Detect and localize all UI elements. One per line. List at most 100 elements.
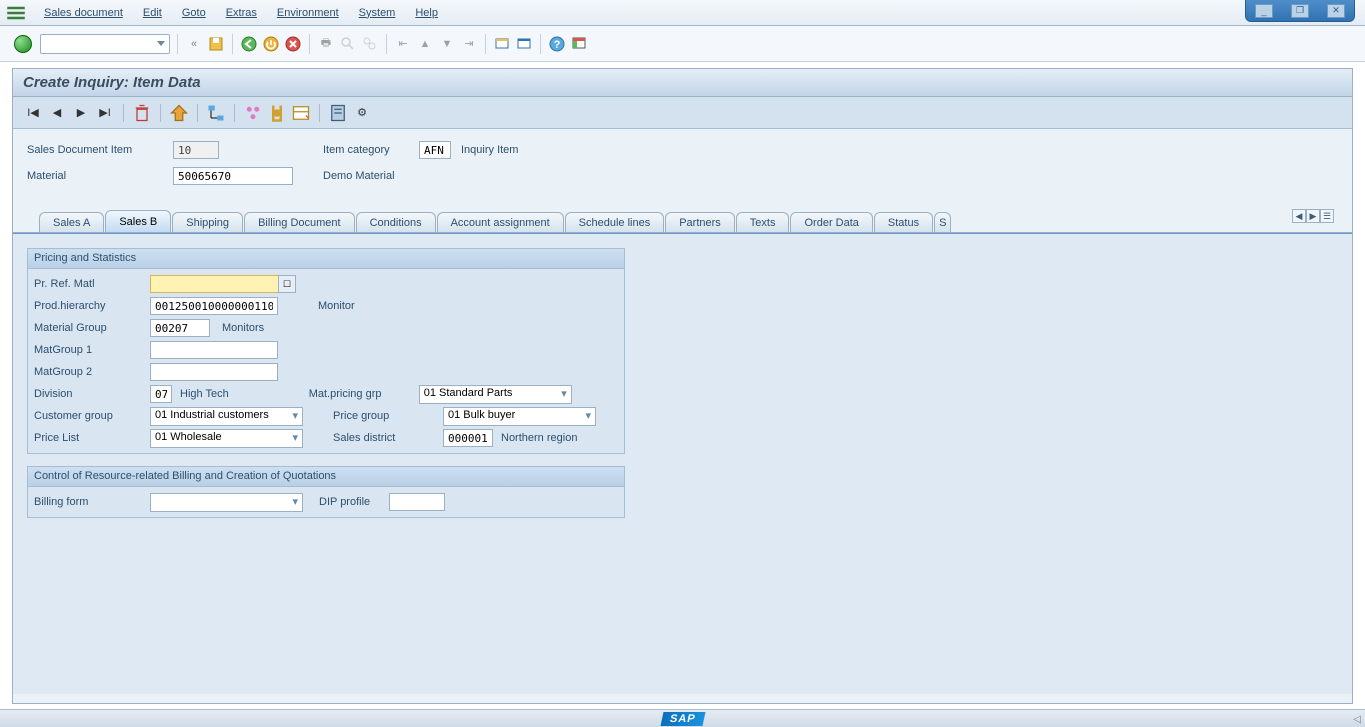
material-text: Demo Material bbox=[323, 170, 395, 182]
work-area: Create Inquiry: Item Data I◀ ◀ ▶ ▶I ⚙ Sa… bbox=[12, 68, 1353, 704]
status-detail-toggle-icon[interactable]: ◁ bbox=[1353, 714, 1361, 725]
menu-edit[interactable]: Edit bbox=[133, 3, 172, 23]
tab-billing-document[interactable]: Billing Document bbox=[244, 212, 355, 232]
menu-environment[interactable]: Environment bbox=[267, 3, 349, 23]
tab-schedule-lines[interactable]: Schedule lines bbox=[565, 212, 665, 232]
prev-item-icon[interactable]: ◀ bbox=[47, 103, 67, 123]
material-field[interactable] bbox=[173, 167, 293, 185]
tab-sales-b[interactable]: Sales B bbox=[105, 210, 171, 232]
tab-conditions[interactable]: Conditions bbox=[356, 212, 436, 232]
tab-scroll-left-icon[interactable]: ◀ bbox=[1292, 209, 1306, 223]
pr-ref-matl-field[interactable] bbox=[150, 275, 279, 293]
sum-icon[interactable] bbox=[328, 103, 348, 123]
pr-ref-matl-label: Pr. Ref. Matl bbox=[34, 278, 150, 290]
material-label: Material bbox=[27, 170, 173, 182]
services-icon[interactable]: ⚙ bbox=[352, 103, 372, 123]
cancel-icon[interactable] bbox=[283, 34, 303, 54]
tab-status[interactable]: Status bbox=[874, 212, 933, 232]
matgroup2-label: MatGroup 2 bbox=[34, 366, 150, 378]
material-group-text: Monitors bbox=[222, 322, 264, 334]
sales-doc-item-label: Sales Document Item bbox=[27, 144, 173, 156]
material-group-label: Material Group bbox=[34, 322, 150, 334]
search-help-icon[interactable]: ☐ bbox=[278, 275, 296, 293]
back-icon[interactable] bbox=[239, 34, 259, 54]
config-icon-1[interactable] bbox=[243, 103, 263, 123]
menu-goto[interactable]: Goto bbox=[172, 3, 216, 23]
customer-group-dropdown[interactable]: 01 Industrial customers bbox=[150, 407, 303, 426]
matgroup1-field[interactable] bbox=[150, 341, 278, 359]
delete-item-icon[interactable] bbox=[132, 103, 152, 123]
enter-button[interactable] bbox=[14, 35, 32, 53]
screen-title: Create Inquiry: Item Data bbox=[23, 74, 201, 91]
shortcut-icon[interactable] bbox=[514, 34, 534, 54]
history-back-icon[interactable]: « bbox=[184, 34, 204, 54]
tab-partners[interactable]: Partners bbox=[665, 212, 735, 232]
tab-account-assignment[interactable]: Account assignment bbox=[437, 212, 564, 232]
tab-scroll-right-icon[interactable]: ▶ bbox=[1306, 209, 1320, 223]
ok-code-field[interactable] bbox=[40, 34, 170, 54]
tab-scroll-controls: ◀ ▶ ☰ bbox=[1292, 209, 1334, 223]
ok-code-dropdown-icon[interactable] bbox=[157, 41, 165, 46]
app-menu-icon[interactable] bbox=[6, 3, 26, 23]
menu-sales-document[interactable]: Sales document bbox=[34, 3, 133, 23]
top-menu-bar: Sales document Edit Goto Extras Environm… bbox=[0, 0, 1365, 26]
next-item-icon[interactable]: ▶ bbox=[71, 103, 91, 123]
tab-shipping[interactable]: Shipping bbox=[172, 212, 243, 232]
division-field[interactable] bbox=[150, 385, 172, 403]
menu-extras[interactable]: Extras bbox=[216, 3, 267, 23]
restore-icon[interactable]: ❐ bbox=[1291, 4, 1309, 18]
sap-logo: SAP bbox=[660, 712, 705, 726]
sales-district-text: Northern region bbox=[501, 432, 577, 444]
material-group-field[interactable] bbox=[150, 319, 210, 337]
tab-more[interactable]: S bbox=[934, 212, 951, 232]
mat-pricing-grp-dropdown[interactable]: 01 Standard Parts bbox=[419, 385, 572, 404]
menu-help[interactable]: Help bbox=[405, 3, 448, 23]
item-category-field[interactable] bbox=[419, 141, 451, 159]
prev-page-icon: ▲ bbox=[415, 34, 435, 54]
display-doc-flow-icon[interactable] bbox=[206, 103, 226, 123]
prod-hierarchy-label: Prod.hierarchy bbox=[34, 300, 150, 312]
prod-hierarchy-text: Monitor bbox=[318, 300, 355, 312]
screen-title-bar: Create Inquiry: Item Data bbox=[13, 69, 1352, 97]
header-fields: Sales Document Item Item category Inquir… bbox=[13, 129, 1352, 195]
application-toolbar: I◀ ◀ ▶ ▶I ⚙ bbox=[13, 97, 1352, 129]
dip-profile-field[interactable] bbox=[389, 493, 445, 511]
price-group-dropdown[interactable]: 01 Bulk buyer bbox=[443, 407, 596, 426]
sales-district-label: Sales district bbox=[333, 432, 443, 444]
new-session-icon[interactable] bbox=[492, 34, 512, 54]
svg-text:?: ? bbox=[554, 39, 561, 51]
last-item-icon[interactable]: ▶I bbox=[95, 103, 115, 123]
tab-list-icon[interactable]: ☰ bbox=[1320, 209, 1334, 223]
matgroup2-field[interactable] bbox=[150, 363, 278, 381]
price-group-label: Price group bbox=[333, 410, 443, 422]
group-resource-billing: Control of Resource-related Billing and … bbox=[27, 466, 625, 518]
status-bar: SAP ◁ bbox=[0, 709, 1365, 727]
item-detail-tabstrip: Sales A Sales B Shipping Billing Documen… bbox=[13, 209, 1352, 233]
close-icon[interactable]: ✕ bbox=[1327, 4, 1345, 18]
config-icon-2[interactable] bbox=[267, 103, 287, 123]
tab-sales-a[interactable]: Sales A bbox=[39, 212, 104, 232]
first-page-icon: ⇤ bbox=[393, 34, 413, 54]
group-pricing-title: Pricing and Statistics bbox=[28, 249, 624, 269]
last-page-icon: ⇥ bbox=[459, 34, 479, 54]
tab-texts[interactable]: Texts bbox=[736, 212, 790, 232]
save-icon[interactable] bbox=[206, 34, 226, 54]
tab-body-sales-b: Pricing and Statistics Pr. Ref. Matl ☐ P… bbox=[13, 232, 1352, 694]
price-list-label: Price List bbox=[34, 432, 150, 444]
help-icon[interactable]: ? bbox=[547, 34, 567, 54]
price-list-dropdown[interactable]: 01 Wholesale bbox=[150, 429, 303, 448]
sales-district-field[interactable] bbox=[443, 429, 493, 447]
minimize-icon[interactable]: _ bbox=[1255, 4, 1273, 18]
layout-menu-icon[interactable] bbox=[569, 34, 589, 54]
find-icon bbox=[338, 34, 358, 54]
print-icon: 🖶 bbox=[316, 34, 336, 54]
menu-system[interactable]: System bbox=[349, 3, 406, 23]
exit-icon[interactable] bbox=[261, 34, 281, 54]
costing-icon[interactable] bbox=[291, 103, 311, 123]
tab-order-data[interactable]: Order Data bbox=[790, 212, 872, 232]
display-header-icon[interactable] bbox=[169, 103, 189, 123]
billing-form-dropdown[interactable] bbox=[150, 493, 303, 512]
first-item-icon[interactable]: I◀ bbox=[23, 103, 43, 123]
item-category-text: Inquiry Item bbox=[461, 144, 518, 156]
prod-hierarchy-field[interactable] bbox=[150, 297, 278, 315]
